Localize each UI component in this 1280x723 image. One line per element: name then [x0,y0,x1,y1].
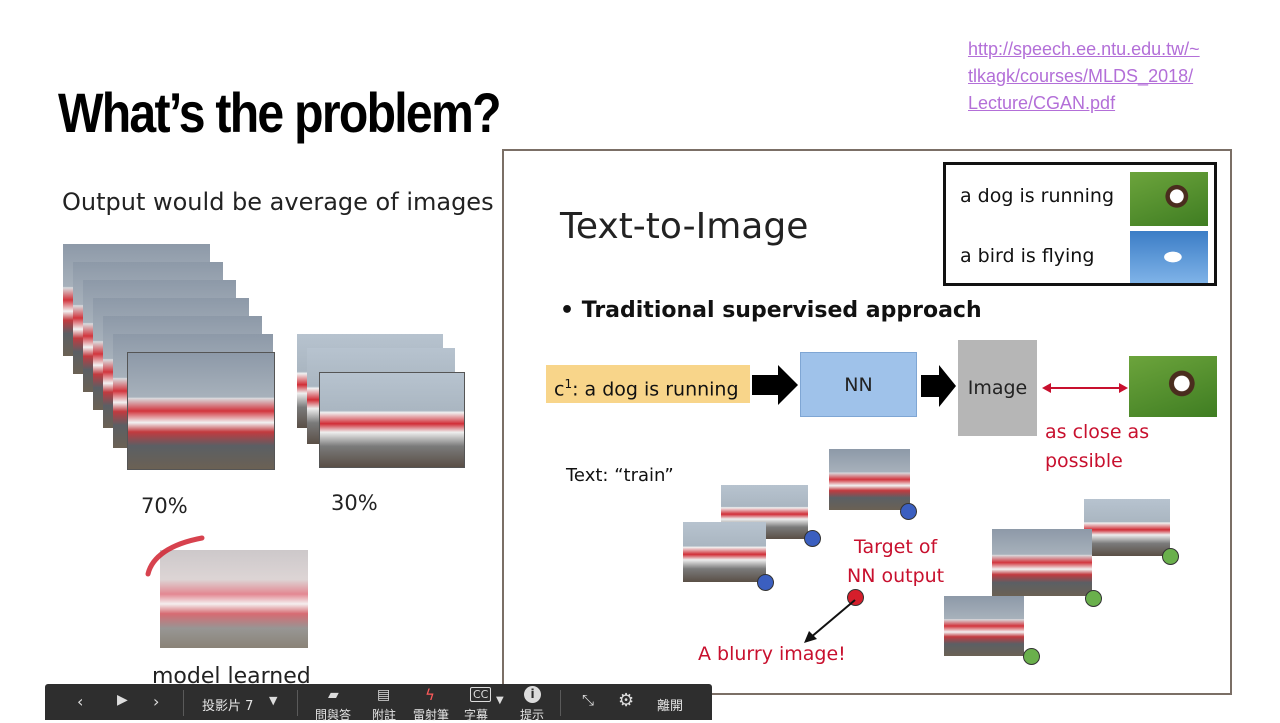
target-output-label: Target of NN output [847,533,944,591]
close-as-possible-label: as close as possible [1045,418,1149,476]
laser-pointer-icon[interactable]: ϟ [425,686,435,704]
toolbar-divider [297,690,298,716]
notes-icon[interactable]: ▤ [377,687,390,703]
arrow-to-image-icon [921,365,956,407]
double-arrow-icon [1042,383,1128,393]
previous-icon[interactable]: ‹ [77,692,83,711]
captions-chevron-icon[interactable]: ▼ [496,695,504,706]
image-output-box: Image [958,340,1037,436]
target-dog-photo [1129,356,1217,417]
sample-dot [804,530,821,547]
link-line-1[interactable]: http://speech.ee.ntu.edu.tw/~ [968,36,1258,63]
slide-selector[interactable]: 投影片 7 [202,695,253,714]
train-photo [1084,499,1170,556]
train-photo [992,529,1092,596]
link-line-3[interactable]: Lecture/CGAN.pdf [968,90,1258,117]
sample-dot [900,503,917,520]
qa-icon[interactable]: ▰ [328,687,339,703]
target-line-2: NN output [847,565,945,587]
percent-right: 30% [331,491,378,515]
bullet-text: Traditional supervised approach [581,298,982,323]
sample-dot [757,574,774,591]
condition-input-box: c1: a dog is running [546,365,750,403]
bullet-point: • Traditional supervised approach [560,298,982,323]
tips-button-label[interactable]: 提示 [520,706,544,723]
inset-heading: Text-to-Image [560,206,809,247]
link-line-2[interactable]: tlkagk/courses/MLDS_2018/ [968,63,1258,90]
target-line-1: Target of [854,536,938,558]
train-photo [683,522,766,582]
info-icon[interactable]: i [524,686,541,703]
sample-dot [1085,590,1102,607]
front-train-photo [127,352,275,470]
sample-dot [1162,548,1179,565]
captions-button-label[interactable]: 字幕 [464,706,488,723]
laser-button-label[interactable]: 雷射筆 [413,706,449,723]
close-line-2: possible [1045,450,1123,472]
notes-button-label[interactable]: 附註 [372,706,396,723]
qa-button-label[interactable]: 問與答 [315,706,351,723]
arrow-to-nn-icon [752,365,798,405]
front-train-photo [319,372,465,468]
blurry-image-label: A blurry image! [698,643,846,665]
percent-left: 70% [141,494,188,518]
gear-icon[interactable]: ⚙ [618,690,634,711]
example-text-bird: a bird is flying [960,245,1095,267]
slide-title: What’s the problem? [58,81,502,144]
nn-box: NN [800,352,917,417]
chevron-down-icon[interactable]: ▼ [269,694,277,707]
reference-link[interactable]: http://speech.ee.ntu.edu.tw/~ tlkagk/cou… [968,36,1258,117]
input-superscript: 1 [564,377,573,391]
pointer-arrow-icon [804,599,856,643]
exit-button[interactable]: 離開 [657,695,683,714]
exit-fullscreen-icon[interactable]: ⤡ [582,691,594,709]
play-icon[interactable]: ▶ [117,692,128,708]
example-text-dog: a dog is running [960,185,1115,207]
toolbar-divider [183,690,184,716]
dog-photo [1130,172,1208,226]
toolbar-divider [560,690,561,716]
train-photo [829,449,910,510]
train-photo [944,596,1024,656]
bird-photo [1130,231,1208,283]
sample-dot [1023,648,1040,665]
presentation-toolbar: ‹ ▶ › 投影片 7 ▼ ▰ 問與答 ▤ 附註 ϟ 雷射筆 CC 字幕 ▼ i… [45,684,712,723]
input-prefix: c [554,378,565,401]
train-text-label: Text: “train” [566,465,674,486]
captions-icon[interactable]: CC [470,687,492,702]
close-line-1: as close as [1045,421,1150,443]
red-pen-stroke [145,535,205,577]
input-text: : a dog is running [572,378,739,401]
next-icon[interactable]: › [153,692,159,711]
slide-subtitle: Output would be average of images [62,188,494,216]
example-pairs-box: a dog is running a bird is flying [943,162,1217,286]
